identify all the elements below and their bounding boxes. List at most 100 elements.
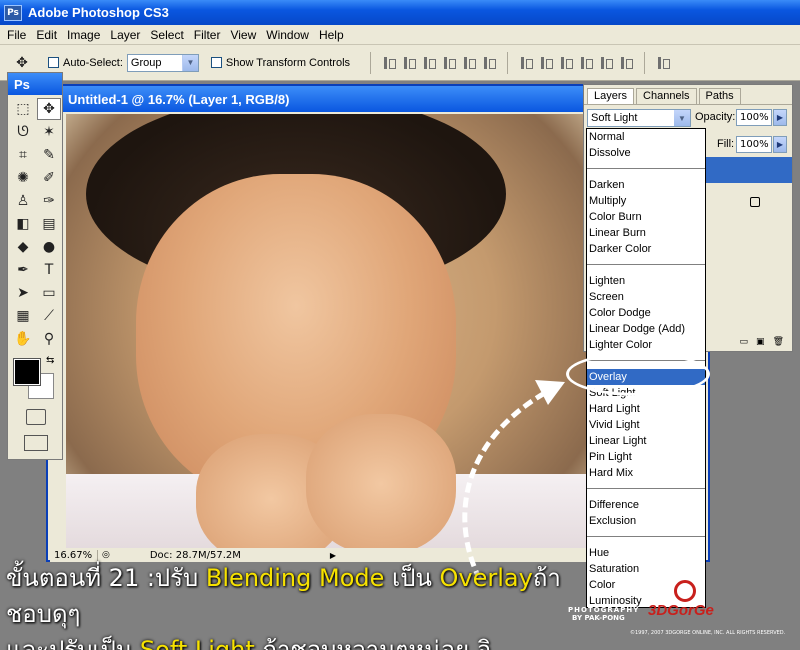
chevron-down-icon: ▼ — [674, 110, 690, 126]
gradient-tool-icon[interactable]: ▤ — [37, 213, 61, 235]
slice-tool-icon[interactable]: ✎ — [37, 144, 61, 166]
pen-tool-icon[interactable]: ✒ — [11, 259, 35, 281]
align-bottom-icon[interactable] — [421, 55, 437, 71]
blend-option-linear-dodge[interactable]: Linear Dodge (Add) — [587, 321, 705, 337]
quick-mask-icon[interactable] — [26, 409, 46, 425]
align-right-icon[interactable] — [481, 55, 497, 71]
trash-icon[interactable]: 🗑 — [773, 337, 784, 349]
blend-option-exclusion[interactable]: Exclusion — [587, 513, 705, 529]
play-arrow-icon[interactable]: ▶ — [330, 551, 336, 560]
blend-option-screen[interactable]: Screen — [587, 289, 705, 305]
distribute-bottom-icon[interactable] — [558, 55, 574, 71]
blur-tool-icon[interactable]: ◆ — [11, 236, 35, 258]
brand-logo: 3DGorGe — [648, 602, 714, 619]
tutorial-caption: ขั้นตอนที่ 21 :ปรับ Blending Mode เป็น O… — [6, 560, 566, 650]
caption-line-1: ขั้นตอนที่ 21 :ปรับ Blending Mode เป็น O… — [6, 560, 566, 632]
caption-highlight-overlay: Overlay — [439, 564, 533, 592]
zoom-level[interactable]: 16.67% — [50, 549, 98, 561]
healing-brush-tool-icon[interactable]: ✺ — [11, 167, 35, 189]
blend-option-normal[interactable]: Normal — [587, 129, 705, 145]
blend-option-saturation[interactable]: Saturation — [587, 561, 705, 577]
caption-text: เป็น — [384, 564, 440, 592]
align-vertical-center-icon[interactable] — [401, 55, 417, 71]
move-tool-preset-icon[interactable]: ✥ — [10, 52, 34, 74]
distribute-top-icon[interactable] — [518, 55, 534, 71]
blend-option-darken[interactable]: Darken — [587, 177, 705, 193]
blend-option-multiply[interactable]: Multiply — [587, 193, 705, 209]
new-layer-icon[interactable]: ▣ — [756, 337, 765, 349]
foreground-color-swatch[interactable] — [13, 358, 41, 386]
opacity-slider-arrow-icon[interactable]: ▶ — [773, 109, 787, 126]
blend-option-darker-color[interactable]: Darker Color — [587, 241, 705, 257]
swap-colors-icon[interactable]: ⇆ — [46, 355, 54, 366]
photo-right-hand — [306, 414, 456, 548]
align-left-icon[interactable] — [441, 55, 457, 71]
type-tool-icon[interactable]: T — [37, 259, 61, 281]
history-brush-tool-icon[interactable]: ✑ — [37, 190, 61, 212]
notes-tool-icon[interactable]: ▦ — [11, 305, 35, 327]
blend-option-lighter-color[interactable]: Lighter Color — [587, 337, 705, 353]
menu-image[interactable]: Image — [62, 28, 105, 42]
blend-option-color-dodge[interactable]: Color Dodge — [587, 305, 705, 321]
blend-option-dissolve[interactable]: Dissolve — [587, 145, 705, 161]
blend-option-difference[interactable]: Difference — [587, 497, 705, 513]
dodge-tool-icon[interactable]: ● — [37, 236, 61, 258]
opacity-input[interactable]: 100% — [736, 109, 772, 126]
hand-tool-icon[interactable]: ✋ — [11, 328, 35, 350]
zoom-tool-icon[interactable]: ⚲ — [37, 328, 61, 350]
auto-select-checkbox[interactable] — [48, 57, 59, 68]
rectangle-tool-icon[interactable]: ▭ — [37, 282, 61, 304]
fill-input[interactable]: 100% — [736, 136, 772, 153]
status-menu-icon[interactable]: ◎ — [102, 550, 110, 560]
auto-align-layers-icon[interactable] — [655, 55, 671, 71]
magic-wand-tool-icon[interactable]: ✶ — [37, 121, 61, 143]
distribute-horizontal-center-icon[interactable] — [598, 55, 614, 71]
blend-option-pin-light[interactable]: Pin Light — [587, 449, 705, 465]
blend-option-linear-burn[interactable]: Linear Burn — [587, 225, 705, 241]
menu-window[interactable]: Window — [261, 28, 314, 42]
menu-view[interactable]: View — [225, 28, 261, 42]
blend-option-hue[interactable]: Hue — [587, 545, 705, 561]
blend-option-hard-mix[interactable]: Hard Mix — [587, 465, 705, 481]
tab-layers[interactable]: Layers — [587, 88, 635, 104]
menu-select[interactable]: Select — [145, 28, 188, 42]
lasso-tool-icon[interactable]: ᘎ — [11, 121, 35, 143]
opacity-label: Opacity: — [695, 111, 736, 123]
list-separator — [587, 481, 705, 497]
distribute-left-icon[interactable] — [578, 55, 594, 71]
move-tool-icon[interactable]: ✥ — [37, 98, 61, 120]
auto-select-dropdown[interactable]: Group ▼ — [126, 53, 199, 72]
blend-option-color-burn[interactable]: Color Burn — [587, 209, 705, 225]
blend-option-hard-light[interactable]: Hard Light — [587, 401, 705, 417]
clone-stamp-tool-icon[interactable]: ♙ — [11, 190, 35, 212]
align-horizontal-center-icon[interactable] — [461, 55, 477, 71]
menu-edit[interactable]: Edit — [31, 28, 62, 42]
align-top-icon[interactable] — [381, 55, 397, 71]
menu-help[interactable]: Help — [314, 28, 349, 42]
distribute-right-icon[interactable] — [618, 55, 634, 71]
caption-text: ถ้าชอบหวานๆหน่อย อิ.. — [254, 636, 507, 650]
show-transform-checkbox[interactable] — [210, 57, 222, 68]
doc-size-info: Doc: 28.7M/57.2M — [149, 549, 241, 561]
eyedropper-tool-icon[interactable]: ⟋ — [37, 305, 61, 327]
blend-option-lighten[interactable]: Lighten — [587, 273, 705, 289]
menu-layer[interactable]: Layer — [105, 28, 145, 42]
show-transform-option: Show Transform Controls — [210, 57, 350, 69]
brush-tool-icon[interactable]: ✐ — [37, 167, 61, 189]
tab-channels[interactable]: Channels — [636, 88, 697, 104]
layer-row-selected[interactable] — [706, 157, 792, 183]
menu-file[interactable]: File — [2, 28, 31, 42]
distribute-vertical-center-icon[interactable] — [538, 55, 554, 71]
screen-mode-icon[interactable] — [24, 435, 48, 451]
marquee-tool-icon[interactable]: ⬚ — [11, 98, 35, 120]
blend-option-linear-light[interactable]: Linear Light — [587, 433, 705, 449]
menu-filter[interactable]: Filter — [189, 28, 226, 42]
path-selection-tool-icon[interactable]: ➤ — [11, 282, 35, 304]
blend-option-vivid-light[interactable]: Vivid Light — [587, 417, 705, 433]
eraser-tool-icon[interactable]: ◧ — [11, 213, 35, 235]
fill-slider-arrow-icon[interactable]: ▶ — [773, 136, 787, 153]
tab-paths[interactable]: Paths — [698, 88, 741, 104]
blend-mode-dropdown[interactable]: Soft Light ▼ — [587, 109, 691, 127]
new-group-icon[interactable]: ▭ — [740, 337, 749, 349]
crop-tool-icon[interactable]: ⌗ — [11, 144, 35, 166]
